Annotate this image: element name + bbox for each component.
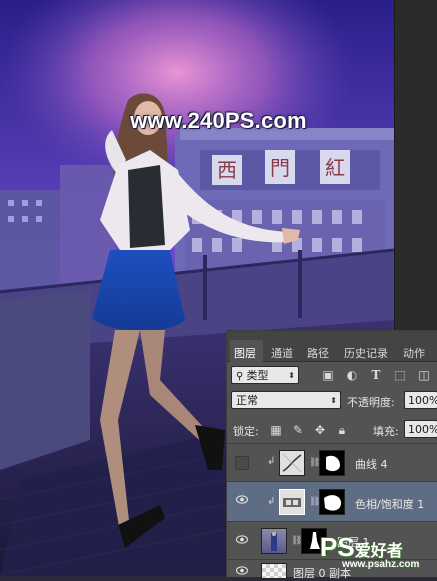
hue-saturation-thumbnail <box>279 489 305 515</box>
fill-field[interactable]: 100% <box>404 420 437 438</box>
blend-mode-select[interactable]: 正常 ⬍ <box>231 391 341 409</box>
link-icon[interactable]: ⛓ <box>291 536 302 546</box>
shape-icon[interactable]: ⬚ <box>393 368 407 382</box>
logo-cn: 爱好者 <box>354 543 403 560</box>
layer-row-curves[interactable]: ↲ ⛓ 曲线 4 <box>227 443 437 482</box>
link-icon[interactable]: ⛓ <box>309 497 320 507</box>
lock-label: 锁定: <box>233 425 259 438</box>
opacity-field[interactable]: 100% <box>404 391 437 409</box>
filter-kind-value: 类型 <box>246 369 269 382</box>
curves-thumbnail <box>279 450 305 476</box>
adjustment-icon[interactable]: ◐ <box>345 368 359 382</box>
lock-position-icon[interactable]: ✥ <box>313 423 327 437</box>
hue-saturation-icon <box>283 498 301 507</box>
photo-thumb <box>271 532 277 551</box>
logo-ps: PS <box>320 532 355 562</box>
panel-tabs: 图层 通道 路径 历史记录 动作 <box>227 331 437 362</box>
layer-row-hue-saturation[interactable]: ↲ ⛓ 色相/饱和度 1 <box>227 481 437 522</box>
lock-all-icon[interactable]: 🔒︎ <box>335 423 349 437</box>
chevron-updown-icon: ⬍ <box>330 396 337 405</box>
eye-icon[interactable] <box>236 566 248 575</box>
lock-transparency-icon[interactable]: ▦ <box>269 423 283 437</box>
mask-shape <box>324 495 342 511</box>
mask-shape <box>326 455 340 472</box>
lock-paint-icon[interactable]: ✎ <box>291 423 305 437</box>
tab-paths[interactable]: 路径 <box>307 345 329 361</box>
sign-char-2: 門 <box>270 156 290 180</box>
tab-history[interactable]: 历史记录 <box>344 345 388 361</box>
tab-channels[interactable]: 通道 <box>271 345 293 361</box>
chevron-updown-icon: ⬍ <box>288 371 295 380</box>
sign-char-3: 紅 <box>325 156 345 180</box>
eye-icon[interactable] <box>236 535 248 544</box>
link-icon[interactable]: ⛓ <box>309 458 320 468</box>
filter-kind-select[interactable]: ⚲ 类型 ⬍ <box>231 366 299 384</box>
logo-url: www.psahz.com <box>342 559 420 570</box>
type-icon[interactable]: T <box>369 368 383 382</box>
layer-thumbnail <box>261 563 287 579</box>
corner-logo: PS爱好者 www.psahz.com <box>320 532 419 570</box>
tab-layers[interactable]: 图层 <box>234 345 256 361</box>
curves-icon <box>282 453 302 473</box>
layer-name: 色相/饱和度 1 <box>355 498 425 511</box>
fill-label: 填充: <box>373 425 399 438</box>
watermark-text: www.240PS.com <box>130 108 307 133</box>
visibility-toggle-off[interactable] <box>235 456 249 470</box>
mask-thumbnail[interactable] <box>319 450 345 476</box>
search-icon: ⚲ <box>236 371 247 382</box>
layer-thumbnail <box>261 528 287 554</box>
workspace-edge <box>394 0 437 330</box>
filter-row: ⚲ 类型 ⬍ ▣ ◐ T ⬚ ◫ <box>227 364 437 388</box>
blend-mode-value: 正常 <box>236 394 258 407</box>
layer-name: 曲线 4 <box>355 458 388 471</box>
sign-char-1: 西 <box>217 158 237 182</box>
mask-thumbnail[interactable] <box>319 489 345 515</box>
eye-icon[interactable] <box>236 495 248 504</box>
image-icon[interactable]: ▣ <box>321 368 335 382</box>
smart-object-icon[interactable]: ◫ <box>417 368 431 382</box>
clip-arrow-icon: ↲ <box>267 456 276 467</box>
clip-arrow-icon: ↲ <box>267 496 276 507</box>
opacity-label: 不透明度: <box>347 396 395 409</box>
tab-actions[interactable]: 动作 <box>403 345 425 361</box>
